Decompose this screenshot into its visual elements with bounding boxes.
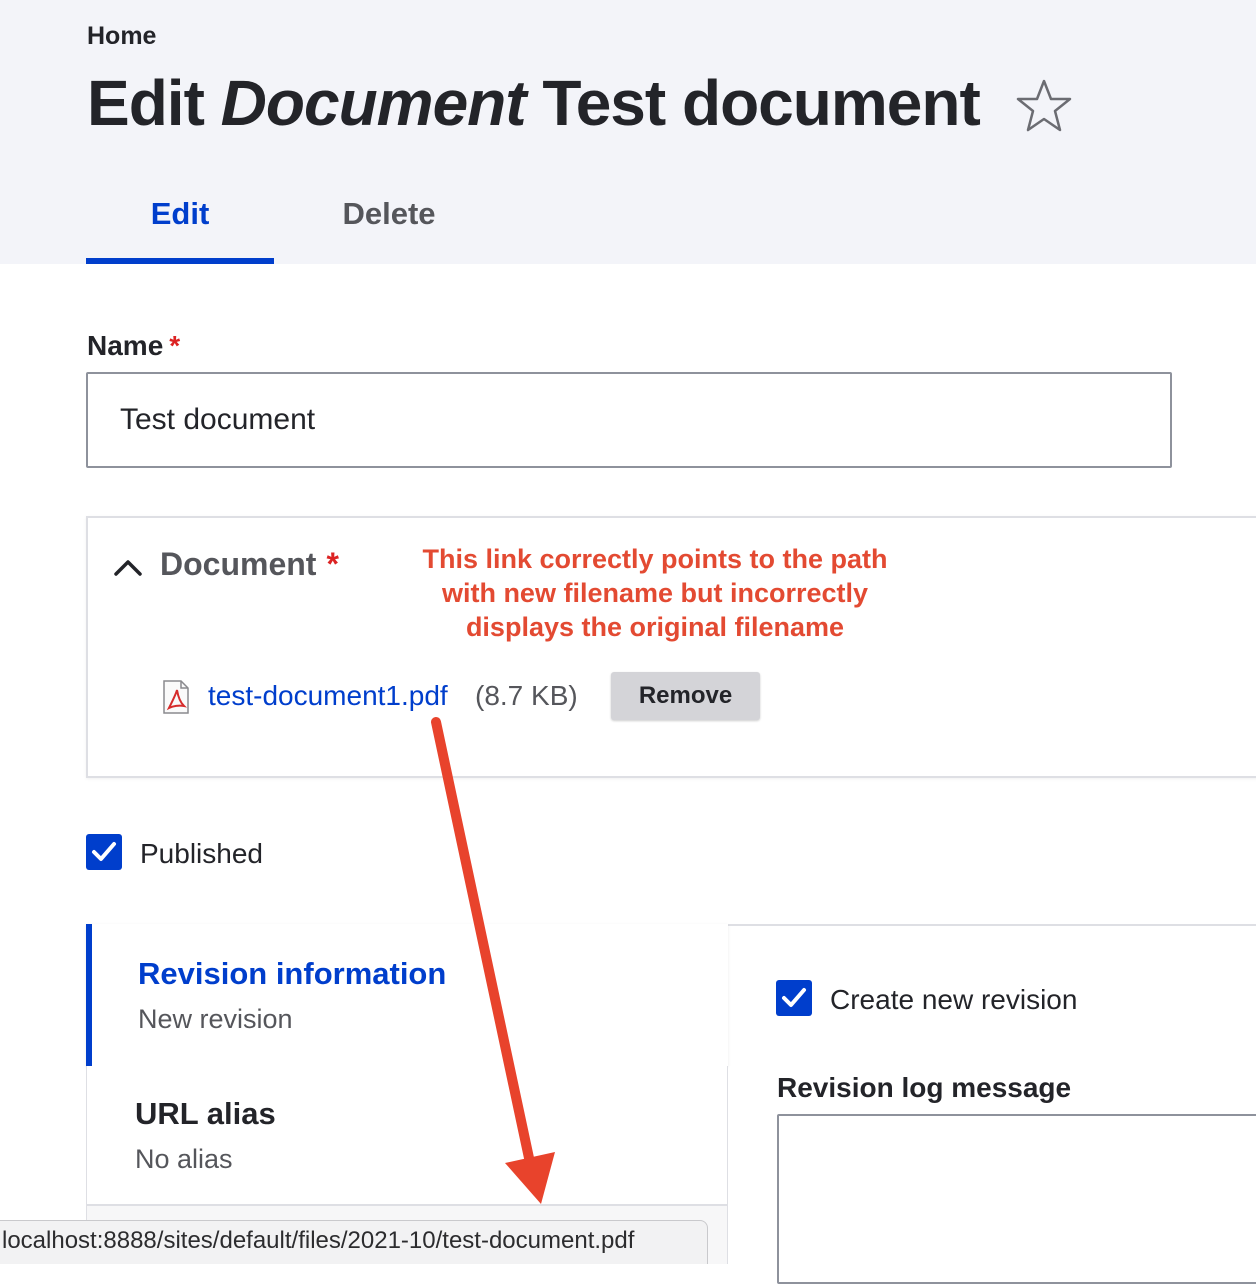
- title-prefix: Edit: [87, 67, 204, 139]
- required-marker: *: [326, 546, 338, 582]
- revision-log-label: Revision log message: [777, 1072, 1071, 1104]
- pdf-file-icon: [162, 680, 190, 714]
- document-summary-text: Document: [160, 546, 316, 582]
- annotation-line: displays the original filename: [400, 610, 910, 644]
- tab-edit[interactable]: Edit: [86, 196, 274, 232]
- link-status-bar: localhost:8888/sites/default/files/2021-…: [0, 1220, 708, 1264]
- vertical-tab-revision-information[interactable]: Revision information New revision: [86, 924, 728, 1066]
- active-tab-indicator: [86, 258, 274, 264]
- create-revision-checkbox[interactable]: [776, 980, 812, 1016]
- file-link[interactable]: test-document1.pdf: [208, 680, 448, 712]
- name-label-text: Name: [87, 330, 163, 361]
- star-outline-icon[interactable]: [1015, 78, 1073, 134]
- vertical-tab-summary: No alias: [135, 1144, 233, 1175]
- required-marker: *: [169, 330, 180, 361]
- chevron-up-icon: [112, 556, 144, 578]
- annotation-line: with new filename but incorrectly: [400, 576, 910, 610]
- published-label[interactable]: Published: [140, 838, 263, 870]
- vertical-tab-title: Revision information: [138, 956, 446, 992]
- document-summary: Document *: [160, 546, 339, 583]
- create-revision-label[interactable]: Create new revision: [830, 984, 1077, 1016]
- name-input[interactable]: [86, 372, 1172, 468]
- checkmark-icon: [781, 986, 807, 1010]
- published-checkbox[interactable]: [86, 834, 122, 870]
- checkmark-icon: [91, 840, 117, 864]
- breadcrumb-home[interactable]: Home: [87, 22, 156, 51]
- vertical-tab-summary: New revision: [138, 1004, 293, 1035]
- vertical-tab-url-alias[interactable]: URL alias No alias: [86, 1066, 728, 1206]
- name-label: Name*: [87, 330, 180, 362]
- remove-button[interactable]: Remove: [611, 672, 760, 720]
- annotation-note: This link correctly points to the path w…: [400, 542, 910, 644]
- title-entity-name: Test document: [542, 67, 979, 139]
- annotation-line: This link correctly points to the path: [400, 542, 910, 576]
- tab-delete[interactable]: Delete: [302, 196, 476, 232]
- page-title: Edit Document Test document: [87, 66, 980, 140]
- vertical-tab-title: URL alias: [135, 1096, 276, 1132]
- file-size: (8.7 KB): [475, 680, 578, 712]
- revision-log-textarea[interactable]: [777, 1114, 1256, 1284]
- title-entity-type: Document: [221, 67, 526, 139]
